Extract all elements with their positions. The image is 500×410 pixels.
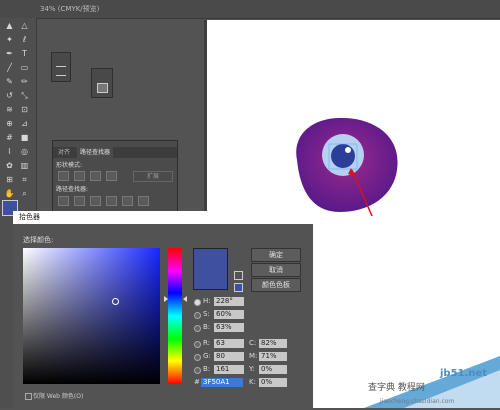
out-of-gamut-warning-icon[interactable] [234, 271, 243, 280]
intersect-icon[interactable] [90, 171, 101, 181]
shape-builder-icon[interactable]: ⊕ [3, 118, 16, 129]
panel-tabs: 对齐 路径查找器 [53, 147, 177, 158]
y-input[interactable]: 0% [259, 365, 287, 374]
title-bar: 34% (CMYK/预览) [0, 0, 500, 19]
free-transform-icon[interactable]: ⊡ [18, 104, 31, 115]
dialog-title-bar[interactable]: 拾色器 [13, 211, 313, 224]
b-label: B: [203, 323, 211, 331]
tab-pathfinder[interactable]: 路径查找器 [77, 147, 114, 158]
magic-wand-icon[interactable]: ✦ [3, 34, 16, 45]
hex-input[interactable]: 3F50A1 [201, 378, 243, 387]
watermark-text: 查字典 教程网 [368, 383, 425, 393]
web-only-checkbox[interactable] [25, 393, 32, 400]
hex-label: # [194, 378, 200, 386]
mesh-icon[interactable]: # [3, 132, 16, 143]
brush-icon[interactable]: ✎ [3, 76, 16, 87]
exclude-icon[interactable] [106, 171, 117, 181]
web-safe-warning-icon[interactable] [234, 283, 243, 292]
minus-front-icon[interactable] [74, 171, 85, 181]
panel-document-icon [97, 83, 108, 93]
highlight-dot [345, 147, 351, 153]
new-color-swatch [193, 248, 228, 290]
cancel-button[interactable]: 取消 [251, 263, 301, 277]
r-label: R: [203, 339, 211, 347]
expand-button[interactable]: 扩展 [133, 171, 173, 182]
s-label: S: [203, 310, 210, 318]
select-color-label: 选择颜色: [23, 236, 54, 244]
color-cursor[interactable] [112, 298, 119, 305]
hand-icon[interactable]: ✋ [3, 188, 16, 199]
panel-lines-icon [56, 66, 66, 76]
hue-slider-arrow-icon[interactable] [183, 296, 187, 302]
unite-icon[interactable] [58, 171, 69, 181]
hue-slider-arrow-icon[interactable] [164, 296, 168, 302]
document-tab[interactable]: 34% (CMYK/预览) [40, 1, 99, 17]
h-input[interactable]: 228° [214, 297, 244, 306]
radio-r[interactable] [194, 341, 201, 348]
type-icon[interactable]: T [18, 48, 31, 59]
g-label: G: [203, 352, 211, 360]
rectangle-icon[interactable]: ▭ [18, 62, 31, 73]
radio-b[interactable] [194, 325, 201, 332]
watermark-site: jb51.net [440, 368, 487, 379]
blue-input[interactable]: 161 [214, 365, 244, 374]
selection-tool-icon[interactable]: ▲ [3, 20, 16, 31]
m-label: M: [249, 352, 258, 360]
k-input[interactable]: 0% [259, 378, 287, 387]
outline-icon[interactable] [122, 196, 133, 206]
blue-circle[interactable] [331, 144, 355, 168]
saturation-brightness-field[interactable] [23, 248, 160, 384]
ok-button[interactable]: 确定 [251, 248, 301, 262]
hue-slider[interactable] [168, 248, 182, 384]
c-label: C: [249, 339, 257, 347]
color-swatches-button[interactable]: 颜色色板 [251, 278, 301, 292]
web-only-label: 仅限 Web 颜色(O) [33, 393, 84, 400]
graph-icon[interactable]: ▥ [18, 160, 31, 171]
y-label: Y: [249, 365, 255, 373]
artboard-icon[interactable]: ⊞ [3, 174, 16, 185]
m-input[interactable]: 71% [259, 352, 287, 361]
tab-align[interactable]: 对齐 [55, 147, 73, 158]
symbol-icon[interactable]: ✿ [3, 160, 16, 171]
c-input[interactable]: 82% [259, 339, 287, 348]
line-icon[interactable]: ╱ [3, 62, 16, 73]
rotate-icon[interactable]: ↺ [3, 90, 16, 101]
collapsed-panel[interactable] [91, 68, 113, 98]
radio-blue[interactable] [194, 367, 201, 374]
radio-g[interactable] [194, 354, 201, 361]
crop-icon[interactable] [106, 196, 117, 206]
g-input[interactable]: 80 [214, 352, 244, 361]
radio-s[interactable] [194, 312, 201, 319]
width-icon[interactable]: ≋ [3, 104, 16, 115]
collapsed-panel[interactable] [51, 52, 71, 82]
slice-icon[interactable]: ⌗ [18, 174, 31, 185]
perspective-icon[interactable]: ⊿ [18, 118, 31, 129]
blend-icon[interactable]: ◎ [18, 146, 31, 157]
pencil-icon[interactable]: ✏ [18, 76, 31, 87]
k-label: K: [249, 378, 256, 386]
color-picker-dialog: 拾色器 选择颜色: 确定 取消 颜色色板 H: 228° S: 60% B: 6… [13, 211, 313, 408]
merge-icon[interactable] [90, 196, 101, 206]
lasso-icon[interactable]: ℓ [18, 34, 31, 45]
shape-modes-label: 形状模式: [56, 162, 83, 169]
gradient-icon[interactable]: ■ [18, 132, 31, 143]
h-label: H: [203, 297, 211, 305]
blue-label: B: [203, 365, 211, 373]
watermark-url: jiaocheng.chazidian.com [380, 398, 455, 405]
zoom-icon[interactable]: ⌕ [18, 188, 31, 199]
divide-icon[interactable] [58, 196, 69, 206]
direct-selection-icon[interactable]: △ [18, 20, 31, 31]
trim-icon[interactable] [74, 196, 85, 206]
dialog-title: 拾色器 [19, 213, 40, 221]
r-input[interactable]: 63 [214, 339, 244, 348]
s-input[interactable]: 60% [214, 310, 244, 319]
minus-back-icon[interactable] [138, 196, 149, 206]
eyedropper-icon[interactable]: ⌇ [3, 146, 16, 157]
scale-icon[interactable]: ⤡ [18, 90, 31, 101]
radio-h[interactable] [194, 299, 201, 306]
pathfinders-label: 路径查找器: [56, 186, 89, 193]
pen-icon[interactable]: ✒ [3, 48, 16, 59]
b-input[interactable]: 63% [214, 323, 244, 332]
pathfinder-panel: 对齐 路径查找器 形状模式: 扩展 路径查找器: [52, 140, 178, 214]
